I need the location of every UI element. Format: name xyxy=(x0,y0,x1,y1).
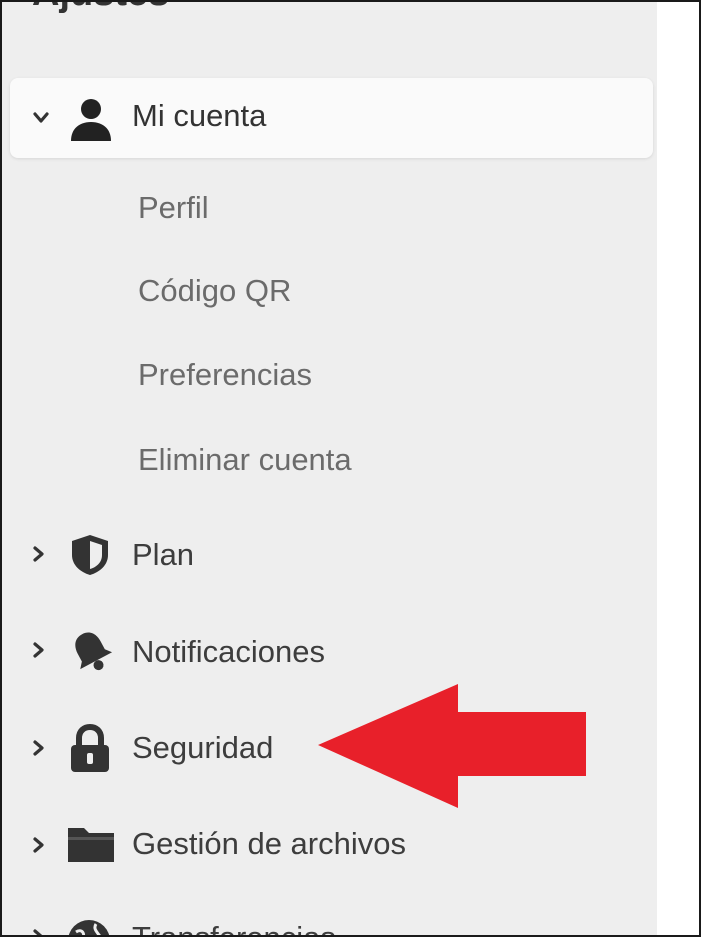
sidebar-item-label: Notificaciones xyxy=(132,634,325,669)
folder-icon xyxy=(68,828,114,862)
subitem-qr-code[interactable]: Código QR xyxy=(138,275,291,306)
bell-icon xyxy=(75,632,113,671)
chevron-right-icon[interactable] xyxy=(32,928,46,935)
sidebar-item-label: Gestión de archivos xyxy=(132,826,406,861)
chevron-right-icon[interactable] xyxy=(32,641,46,659)
chevron-right-icon[interactable] xyxy=(32,739,46,757)
page-title: Ajustes xyxy=(32,2,169,15)
subitem-profile[interactable]: Perfil xyxy=(138,192,209,223)
subitem-preferences[interactable]: Preferencias xyxy=(138,359,312,390)
chevron-right-icon[interactable] xyxy=(32,545,46,563)
globe-icon xyxy=(68,920,110,935)
sidebar-item-files[interactable]: Gestión de archivos xyxy=(2,808,657,878)
sidebar-item-notifications[interactable]: Notificaciones xyxy=(2,614,657,684)
sidebar-item-label: Mi cuenta xyxy=(132,98,267,133)
app-window: Ajustes Mi cuenta Perfil Código QR Prefe… xyxy=(0,0,701,937)
sidebar-item-plan[interactable]: Plan xyxy=(2,519,657,589)
sidebar-item-label: Plan xyxy=(132,537,195,572)
sidebar-item-label: Transferencias xyxy=(132,922,336,935)
shield-icon xyxy=(72,535,108,575)
lock-icon xyxy=(71,724,109,772)
chevron-right-icon[interactable] xyxy=(32,836,46,854)
subitem-delete-account[interactable]: Eliminar cuenta xyxy=(138,444,352,475)
sidebar-item-label: Seguridad xyxy=(132,730,274,765)
user-icon xyxy=(71,99,111,141)
sidebar-item-transfers[interactable]: Transferencias xyxy=(2,904,657,935)
sidebar-item-account[interactable]: Mi cuenta xyxy=(10,78,653,158)
red-arrow-annotation xyxy=(318,684,586,808)
chevron-down-icon[interactable] xyxy=(32,111,50,125)
